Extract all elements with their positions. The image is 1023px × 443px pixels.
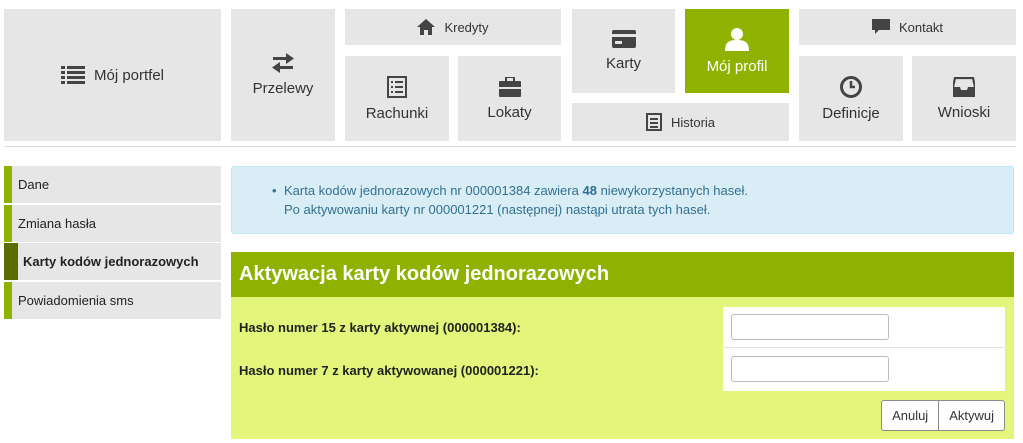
activate-button[interactable]: Aktywuj [939, 400, 1005, 431]
inbox-icon [953, 76, 975, 97]
list-icon [645, 113, 662, 131]
nav-kontakt[interactable]: Kontakt [799, 9, 1016, 45]
unused-codes-count: 48 [582, 183, 597, 198]
nav-moj-portfel[interactable]: Mój portfel [4, 9, 221, 141]
divider [4, 146, 1016, 147]
chat-icon [871, 19, 890, 34]
nav-wnioski-label: Wnioski [937, 103, 991, 121]
nav-lokaty[interactable]: Lokaty [458, 56, 561, 141]
nav-definicje[interactable]: Definicje [799, 56, 903, 141]
cancel-button[interactable]: Anuluj [881, 400, 940, 431]
nav-karty-label: Karty [605, 55, 641, 72]
info-line-1-prefix: Karta kodów jednorazowych nr 000001384 z… [284, 183, 579, 198]
sidebar-item-label: Zmiana hasła [18, 216, 97, 231]
sidebar-item-zmiana-hasla[interactable]: Zmiana hasła [4, 205, 221, 242]
nav-rachunki[interactable]: Rachunki [345, 56, 449, 141]
clock-icon [840, 75, 862, 98]
sidebar-item-label: Karty kodów jednorazowych [23, 254, 199, 269]
field-1-label: Hasło numer 15 z karty aktywnej (0000013… [239, 320, 521, 335]
nav-moj-profil-label: Mój profil [706, 58, 768, 75]
nav-wnioski[interactable]: Wnioski [912, 56, 1016, 141]
nav-kredyty[interactable]: Kredyty [345, 9, 561, 45]
nav-przelewy[interactable]: Przelewy [231, 9, 335, 141]
bullet-icon: • [272, 183, 277, 198]
info-alert: • Karta kodów jednorazowych nr 000001384… [231, 166, 1014, 234]
sidebar-item-label: Powiadomienia sms [18, 293, 134, 308]
password-15-input[interactable] [731, 314, 889, 340]
transfer-arrows-icon [272, 53, 294, 73]
info-line-2: Po aktywowaniu karty nr 000001221 (nastę… [284, 202, 711, 217]
sidebar-item-label: Dane [18, 177, 50, 192]
panel-title: Aktywacja karty kodów jednorazowych [231, 252, 1014, 297]
list-icon [60, 66, 85, 84]
sidebar-item-karty-kodow[interactable]: Karty kodów jednorazowych [4, 243, 221, 280]
sidebar-item-powiadomienia-sms[interactable]: Powiadomienia sms [4, 282, 221, 319]
nav-przelewy-label: Przelewy [252, 80, 314, 97]
nav-kontakt-label: Kontakt [898, 19, 944, 35]
nav-kredyty-label: Kredyty [444, 19, 489, 35]
info-line-1: Karta kodów jednorazowych nr 000001384 z… [284, 181, 1013, 200]
nav-moj-portfel-label: Mój portfel [93, 66, 165, 84]
briefcase-icon [498, 76, 521, 97]
nav-moj-profil[interactable]: Mój profil [685, 9, 789, 93]
sidebar-item-dane[interactable]: Dane [4, 166, 221, 203]
ledger-icon [387, 75, 407, 98]
nav-historia[interactable]: Historia [572, 103, 789, 141]
password-7-input[interactable] [731, 356, 889, 382]
nav-rachunki-label: Rachunki [365, 104, 429, 122]
credit-card-icon [611, 30, 636, 48]
home-icon [417, 19, 436, 35]
info-line-1-suffix: niewykorzystanych haseł. [600, 183, 748, 198]
user-icon [725, 28, 749, 51]
nav-historia-label: Historia [670, 114, 716, 130]
activation-form: Hasło numer 15 z karty aktywnej (0000013… [231, 297, 1014, 439]
field-2-label: Hasło numer 7 z karty aktywowanej (00000… [239, 363, 539, 378]
nav-karty[interactable]: Karty [572, 9, 675, 93]
field-2-container [723, 347, 1005, 391]
form-actions: Anuluj Aktywuj [881, 400, 1005, 431]
nav-lokaty-label: Lokaty [487, 103, 532, 121]
nav-definicje-label: Definicje [822, 104, 880, 122]
